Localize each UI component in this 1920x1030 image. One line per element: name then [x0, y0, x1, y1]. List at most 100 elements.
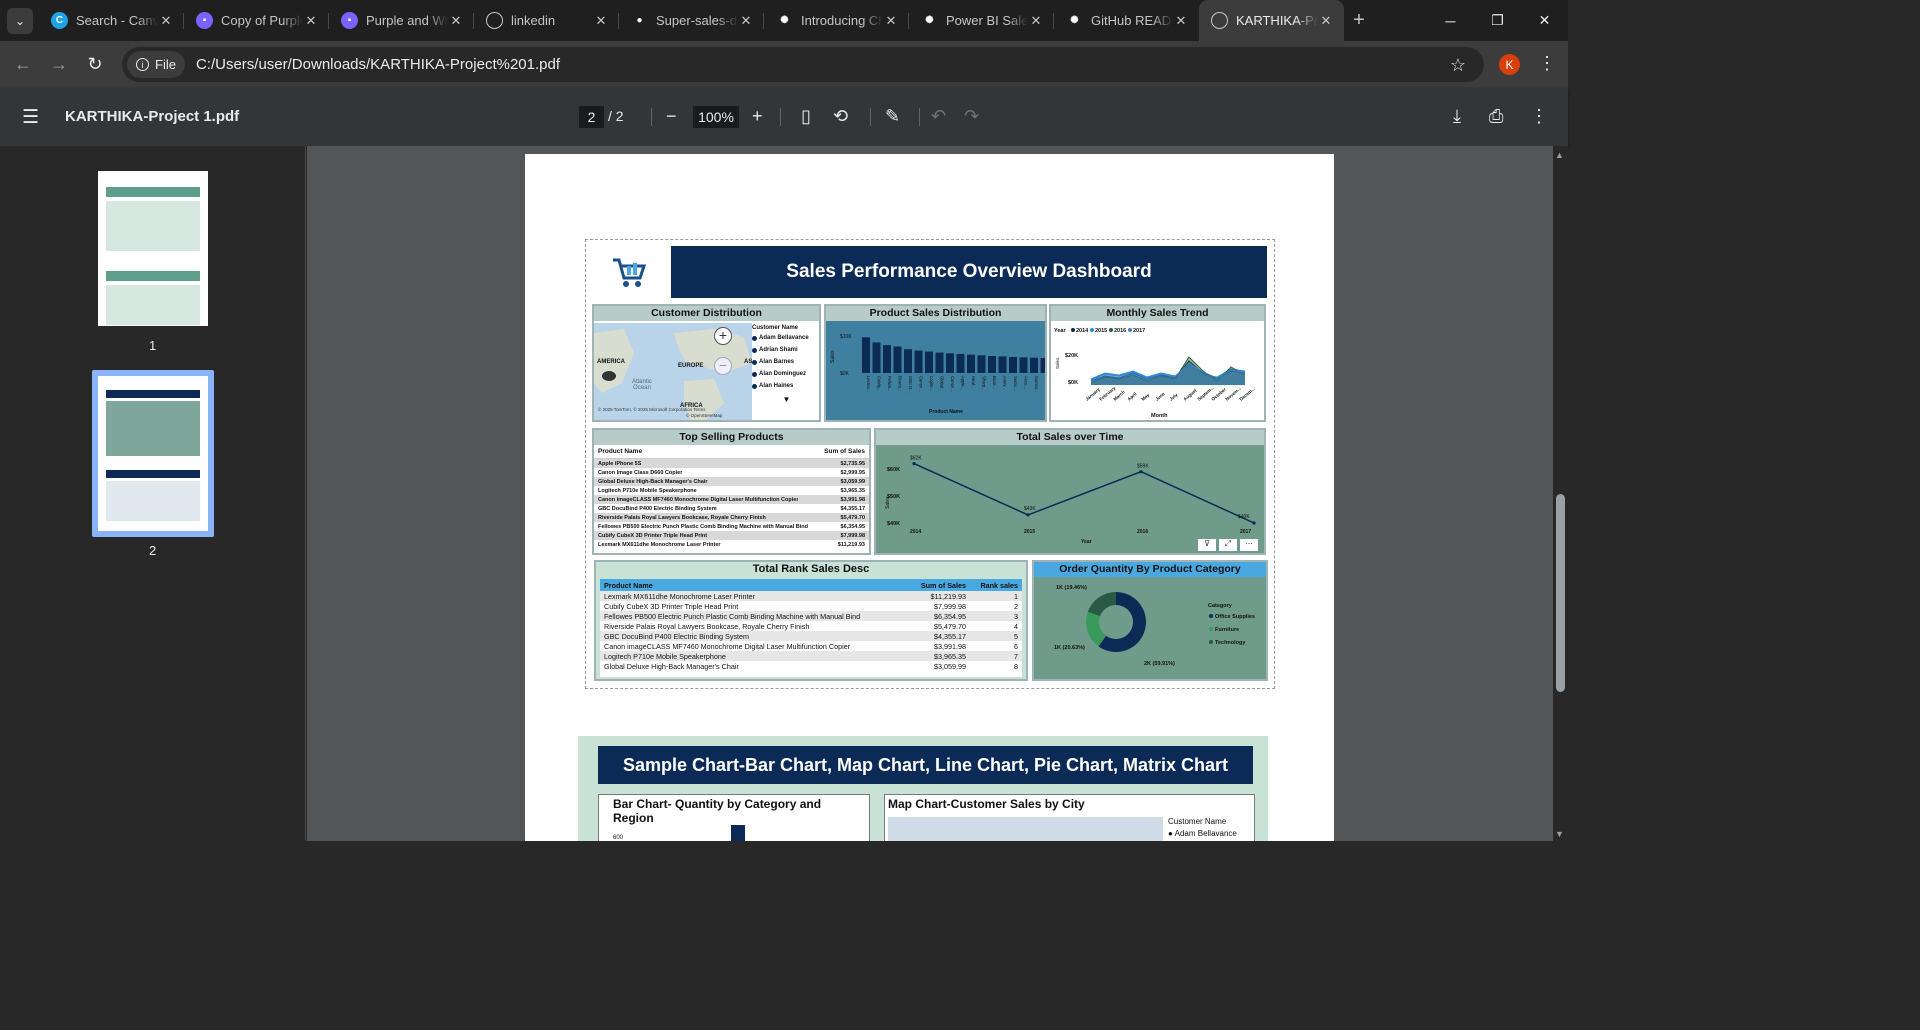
- bar[interactable]: [872, 342, 881, 373]
- tab-search-button[interactable]: ⌄: [7, 7, 33, 34]
- legend-item[interactable]: 2017: [1133, 328, 1145, 334]
- tab-3[interactable]: ▪ Purple and White✕: [329, 0, 474, 41]
- table-row[interactable]: Global Deluxe High-Back Manager's Chair $…: [600, 661, 1022, 671]
- close-window-icon[interactable]: ✕: [1521, 0, 1568, 41]
- table-row[interactable]: Cubify CubeX 3D Printer Triple Head Prin…: [600, 601, 1022, 611]
- column-header[interactable]: Rank sales: [966, 581, 1018, 590]
- bar[interactable]: [883, 345, 891, 373]
- bar[interactable]: [862, 337, 870, 373]
- sidebar-menu-icon[interactable]: ☰: [22, 106, 39, 129]
- legend-item[interactable]: 2016: [1114, 328, 1126, 334]
- address-bar[interactable]: i File C:/Users/user/Downloads/KARTHIKA-…: [122, 47, 1484, 82]
- redo-icon[interactable]: ↷: [964, 106, 979, 127]
- tab-5[interactable]: ● Super-sales-dashboard✕: [619, 0, 764, 41]
- rotate-icon[interactable]: ⟲: [833, 106, 848, 127]
- bar[interactable]: [1019, 357, 1028, 373]
- undo-icon[interactable]: ↶: [931, 106, 946, 127]
- table-row[interactable]: Fellowes PB500 Electric Punch Plastic Co…: [600, 611, 1022, 621]
- order-quantity-donut[interactable]: 2K (59.91%) 1K (20.63%) 1K (19.46%) Categor…: [1034, 577, 1266, 679]
- data-point[interactable]: [912, 462, 916, 466]
- page-thumbnail-1[interactable]: [98, 171, 208, 326]
- column-header[interactable]: Sum of Sales: [908, 581, 966, 590]
- table-row[interactable]: Apple iPhone 5S $2,735.95: [594, 459, 869, 468]
- bar[interactable]: [967, 354, 975, 373]
- legend-item[interactable]: Technology: [1215, 640, 1246, 646]
- map-zoom-in-icon[interactable]: +: [714, 327, 732, 345]
- legend-item[interactable]: Alan Haines: [752, 383, 821, 389]
- table-row[interactable]: Lexmark MX611dhe Monochrome Laser Printe…: [600, 591, 1022, 601]
- reload-button[interactable]: ↻: [77, 47, 113, 83]
- legend-item[interactable]: 2015: [1095, 328, 1107, 334]
- table-row[interactable]: Canon imageCLASS MF7460 Monochrome Digit…: [594, 495, 869, 504]
- zoom-out-icon[interactable]: −: [666, 106, 677, 127]
- table-row[interactable]: Riverside Palais Royal Lawyers Bookcase,…: [600, 621, 1022, 631]
- focus-mode-icon[interactable]: ⤢: [1219, 539, 1237, 551]
- restore-icon[interactable]: ❐: [1474, 0, 1521, 41]
- bar[interactable]: [988, 356, 996, 373]
- sales-over-time-chart[interactable]: Sales$60K$50K$40K$62K2014$43K2015$59K201…: [876, 445, 1264, 553]
- table-row[interactable]: Global Deluxe High-Back Manager's Chair $…: [594, 477, 869, 486]
- tab-4[interactable]: linkedin ✕: [474, 0, 619, 41]
- tab-close-icon[interactable]: ✕: [1173, 13, 1189, 29]
- tab-close-icon[interactable]: ✕: [1028, 13, 1044, 29]
- minimize-icon[interactable]: ─: [1427, 0, 1474, 41]
- table-row[interactable]: Logitech P710e Mobile Speakerphone $3,965…: [594, 486, 869, 495]
- bar[interactable]: [893, 346, 902, 373]
- zoom-input[interactable]: 100%: [693, 106, 739, 128]
- legend-scroll-down-icon[interactable]: ▼: [752, 395, 821, 404]
- url-text[interactable]: C:/Users/user/Downloads/KARTHIKA-Project…: [196, 56, 560, 73]
- bar[interactable]: [731, 825, 745, 841]
- product-sales-chart[interactable]: Sales $10K $0K Lexma... Cubify... Fellow... Ri…: [826, 321, 1050, 420]
- fit-page-icon[interactable]: ▯: [801, 106, 811, 127]
- page-number-input[interactable]: 2: [579, 106, 604, 128]
- tab-1[interactable]: C Search - Canva ✕: [39, 0, 184, 41]
- tab-2[interactable]: ▪ Copy of Purple ✕: [184, 0, 329, 41]
- map-zoom-out-icon[interactable]: −: [714, 357, 732, 375]
- bar[interactable]: [1040, 358, 1049, 373]
- legend-item[interactable]: Adrian Shami: [752, 347, 821, 353]
- bar[interactable]: [998, 356, 1007, 373]
- annotate-icon[interactable]: ✎: [885, 106, 900, 127]
- legend-item[interactable]: Alan Dominguez: [752, 371, 821, 377]
- table-row[interactable]: Riverside Palais Royal Lawyers Bookcase,…: [594, 513, 869, 522]
- bar[interactable]: [1030, 357, 1038, 373]
- page-thumbnail-2[interactable]: [98, 376, 208, 531]
- legend-item[interactable]: Adam Bellavance: [752, 335, 821, 341]
- tab-6[interactable]: ✺ Introducing ChatGPT✕: [764, 0, 909, 41]
- scrollbar[interactable]: ▲ ▼: [1553, 146, 1568, 841]
- download-icon[interactable]: ⤓: [1453, 106, 1461, 127]
- city-map[interactable]: [888, 817, 1163, 841]
- new-tab-button[interactable]: +: [1344, 9, 1374, 32]
- line-series[interactable]: [913, 462, 1255, 524]
- legend-item[interactable]: Office Supplies: [1215, 614, 1255, 620]
- legend-item[interactable]: Furniture: [1215, 627, 1239, 633]
- data-point[interactable]: [1252, 521, 1256, 525]
- bar[interactable]: [935, 352, 944, 373]
- tab-close-icon[interactable]: ✕: [158, 13, 174, 29]
- back-button[interactable]: ←: [5, 47, 41, 83]
- table-row[interactable]: Lexmark MX611dhe Monochrome Laser Printe…: [594, 540, 869, 549]
- table-row[interactable]: GBC DocuBind P400 Electric Binding Syste…: [594, 504, 869, 513]
- tab-close-icon[interactable]: ✕: [448, 13, 464, 29]
- bar[interactable]: [956, 353, 965, 373]
- bar[interactable]: [925, 351, 933, 373]
- bar[interactable]: [904, 349, 912, 373]
- more-actions-icon[interactable]: ⋮: [1530, 106, 1548, 127]
- browser-menu-icon[interactable]: ⋮: [1538, 53, 1556, 74]
- tab-7[interactable]: ✺ Power BI Sales ✕: [909, 0, 1054, 41]
- bar[interactable]: [977, 355, 986, 373]
- more-options-icon[interactable]: ⋯: [1240, 539, 1258, 551]
- site-info-chip[interactable]: i File: [127, 51, 185, 78]
- bar[interactable]: [946, 353, 954, 373]
- bookmark-star-icon[interactable]: ☆: [1450, 55, 1466, 76]
- tab-9[interactable]: KARTHIKA-Project✕: [1199, 0, 1344, 41]
- bar[interactable]: [914, 350, 923, 373]
- filter-icon[interactable]: ⊽: [1198, 539, 1216, 551]
- column-header[interactable]: Product Name: [604, 581, 908, 590]
- pdf-viewer[interactable]: Sales Performance Overview Dashboard Cus…: [307, 146, 1553, 841]
- scrollbar-thumb[interactable]: [1556, 494, 1565, 692]
- monthly-sales-chart[interactable]: Year 2014 2015 2016 2017$20K$0KSalesJanuaryF…: [1051, 321, 1264, 420]
- zoom-in-icon[interactable]: +: [752, 106, 763, 127]
- table-row[interactable]: Logitech P710e Mobile Speakerphone $3,965…: [600, 651, 1022, 661]
- customer-map[interactable]: AMERICA EUROPE Atlantic Ocean AFRICA AS …: [594, 323, 752, 420]
